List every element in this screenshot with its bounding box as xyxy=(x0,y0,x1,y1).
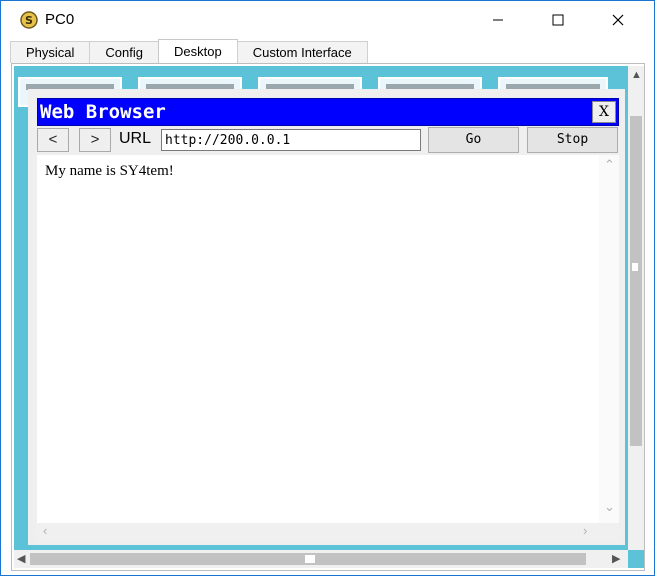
window-title: PC0 xyxy=(45,11,75,28)
desktop-horizontal-scrollbar[interactable]: ◀ ▶ xyxy=(14,550,628,568)
close-window-button[interactable] xyxy=(595,1,641,39)
browser-titlebar[interactable]: Web Browser X xyxy=(37,98,619,126)
pc-app-icon: S xyxy=(20,11,38,29)
scrollbar-corner xyxy=(628,550,644,568)
close-icon xyxy=(612,14,624,26)
window-titlebar[interactable]: S PC0 xyxy=(1,1,654,39)
maximize-icon xyxy=(552,14,564,26)
maximize-button[interactable] xyxy=(535,1,581,39)
back-button[interactable]: < xyxy=(37,128,69,152)
url-input[interactable] xyxy=(161,129,421,151)
tab-physical[interactable]: Physical xyxy=(10,41,91,63)
chevron-up-icon[interactable]: ⌃ xyxy=(604,157,615,173)
forward-button[interactable]: > xyxy=(79,128,111,152)
svg-text:S: S xyxy=(25,14,33,27)
scroll-right-icon[interactable]: ▶ xyxy=(612,552,620,565)
content-vertical-scrollbar[interactable]: ⌃ ⌄ xyxy=(599,155,619,523)
web-browser-window: Web Browser X < > URL Go Stop My name is… xyxy=(28,89,625,545)
browser-title: Web Browser xyxy=(40,101,166,123)
pc0-window: S PC0 Physical Config Desktop Custom Int… xyxy=(0,0,655,576)
vertical-scroll-thumb[interactable] xyxy=(630,116,642,446)
vertical-scroll-marker xyxy=(631,262,639,272)
content-horizontal-scrollbar[interactable]: ‹ › xyxy=(37,523,619,541)
desktop-vertical-scrollbar[interactable]: ▲ xyxy=(628,66,644,550)
minimize-button[interactable] xyxy=(475,1,521,39)
url-label: URL xyxy=(119,130,152,147)
scroll-left-icon[interactable]: ◀ xyxy=(17,552,25,565)
chevron-down-icon[interactable]: ⌄ xyxy=(604,499,615,515)
minimize-icon xyxy=(493,19,503,21)
go-button[interactable]: Go xyxy=(428,127,519,153)
scroll-up-icon[interactable]: ▲ xyxy=(631,69,642,81)
horizontal-scroll-marker xyxy=(304,554,316,564)
tab-desktop[interactable]: Desktop xyxy=(158,39,238,63)
chevron-left-icon[interactable]: ‹ xyxy=(43,523,47,538)
stop-button[interactable]: Stop xyxy=(527,127,618,153)
browser-close-button[interactable]: X xyxy=(592,101,616,123)
tab-config[interactable]: Config xyxy=(89,41,159,63)
tab-custom-interface[interactable]: Custom Interface xyxy=(236,41,368,63)
tab-bar: Physical Config Desktop Custom Interface xyxy=(10,39,368,63)
chevron-right-icon[interactable]: › xyxy=(583,523,587,538)
page-text: My name is SY4tem! xyxy=(45,163,174,179)
page-content: My name is SY4tem! ⌃ ⌄ ‹ › xyxy=(37,155,619,541)
